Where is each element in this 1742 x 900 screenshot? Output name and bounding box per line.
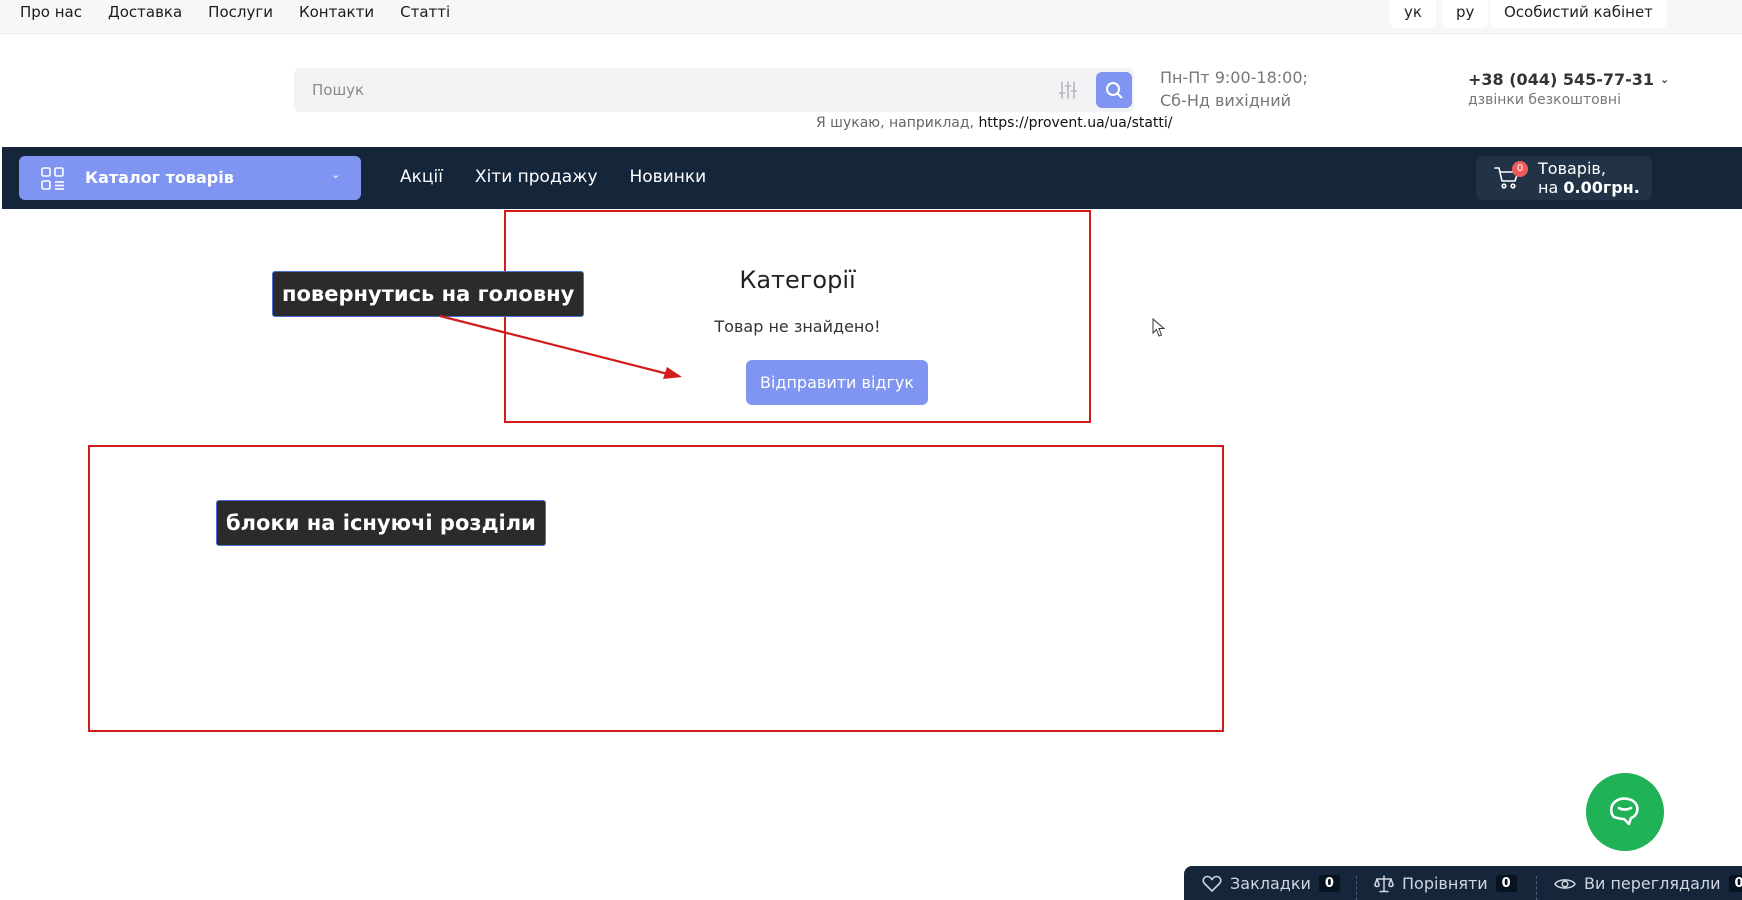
chat-button[interactable] [1586,773,1664,851]
viewed-button[interactable]: Ви переглядали 0 [1554,874,1742,893]
annotation-note-sections: блоки на існуючі розділи [216,500,546,546]
search-icon [1106,82,1123,99]
chevron-down-icon[interactable]: ⌄ [1660,73,1669,86]
top-bar: Про нас Доставка Послуги Контакти Статті… [0,0,1742,34]
sliders-icon [1058,81,1078,99]
main-navbar: Каталог товарів ⌄ Акції Хіти продажу Нов… [2,147,1742,209]
annotation-note-home: повернутись на головну [272,271,585,317]
bottom-bar-divider [1536,876,1537,900]
search-box [294,68,1134,112]
not-found-message: Товар не знайдено! [714,317,881,336]
cart-button[interactable]: 0 Товарів, на 0.00грн. [1476,156,1652,200]
top-link-about[interactable]: Про нас [20,2,82,22]
top-links: Про нас Доставка Послуги Контакти Статті [20,2,450,22]
page-title: Категорії [739,266,856,294]
search-hint-prefix: Я шукаю, наприклад, [816,115,974,131]
viewed-count: 0 [1728,875,1742,892]
scales-icon [1374,874,1394,892]
bookmarks-label: Закладки [1230,874,1311,893]
phone-number-text: +38 (044) 545-77-31 [1468,70,1655,89]
working-hours: Пн-Пт 9:00-18:00; Сб-Нд вихідний [1160,66,1308,112]
chevron-down-icon: ⌄ [331,168,341,181]
lang-ru-button[interactable]: ру [1441,0,1489,28]
catalog-label: Каталог товарів [85,168,234,187]
top-link-delivery[interactable]: Доставка [108,2,182,22]
nav-link-sales[interactable]: Акції [400,167,443,187]
cart-total-value: 0.00грн. [1563,178,1640,197]
phone-number[interactable]: +38 (044) 545-77-31 ⌄ [1468,70,1669,89]
nav-links: Акції Хіти продажу Новинки [400,167,706,187]
heart-icon [1202,875,1222,892]
cart-items-label: Товарів, [1538,159,1606,178]
catalog-button[interactable]: Каталог товарів ⌄ [19,156,361,200]
viewed-label: Ви переглядали [1584,874,1721,893]
cart-total: на 0.00грн. [1538,178,1640,197]
cart-total-prefix: на [1538,178,1559,197]
bookmarks-count: 0 [1318,875,1340,892]
working-hours-weekdays: Пн-Пт 9:00-18:00; [1160,68,1308,87]
bookmarks-button[interactable]: Закладки 0 [1202,874,1340,893]
search-hint: Я шукаю, наприклад, https://provent.ua/u… [816,115,1173,131]
annotation-frame-bottom [88,445,1224,732]
phone-subtitle: дзвінки безкоштовні [1468,92,1621,108]
nav-link-bestsellers[interactable]: Хіти продажу [475,167,598,187]
nav-link-new[interactable]: Новинки [630,167,707,187]
bottom-bar-divider [1356,876,1357,900]
compare-label: Порівняти [1402,874,1488,893]
language-switcher: ук ру [1390,0,1489,28]
personal-cabinet-link[interactable]: Особистий кабінет [1490,0,1667,28]
search-hint-link[interactable]: https://provent.ua/ua/statti/ [978,115,1172,131]
annotation-frame-top: Категорії Товар не знайдено! Відправити … [504,210,1091,423]
grid-icon [41,167,64,190]
compare-count: 0 [1495,875,1517,892]
chat-icon [1609,797,1639,826]
lang-uk-button[interactable]: ук [1390,0,1436,28]
search-filter-button[interactable] [1050,72,1086,108]
top-link-articles[interactable]: Статті [400,2,450,22]
cart-count-badge: 0 [1512,161,1528,177]
mouse-cursor-icon [1152,318,1166,337]
search-input[interactable] [294,68,1034,112]
search-button[interactable] [1096,72,1132,108]
top-link-services[interactable]: Послуги [208,2,273,22]
compare-button[interactable]: Порівняти 0 [1374,874,1517,893]
bottom-bar: Закладки 0 Порівняти 0 Ви переглядали 0 [1184,866,1742,900]
eye-icon [1554,878,1576,889]
working-hours-weekend: Сб-Нд вихідний [1160,91,1292,110]
send-feedback-button[interactable]: Відправити відгук [746,360,928,405]
top-link-contacts[interactable]: Контакти [299,2,374,22]
